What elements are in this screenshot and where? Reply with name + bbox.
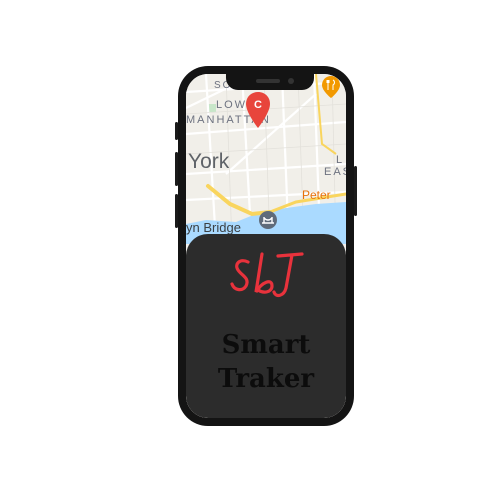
map-label-york: York [188,150,230,173]
side-button-right [354,166,357,216]
restaurant-pin-icon[interactable] [322,76,340,98]
location-pin-icon[interactable]: C [246,92,270,128]
side-button-left-1 [175,122,178,140]
brand-card: Smart Traker [186,234,346,418]
map-view[interactable]: SOHO LOWER MANHATTAN York L EAST Peter y… [186,74,346,245]
brand-title-line2: Traker [217,364,315,394]
map-label-l: L [336,154,343,166]
phone-screen: SOHO LOWER MANHATTAN York L EAST Peter y… [186,74,346,418]
bridge-icon[interactable] [258,210,278,230]
phone-notch [226,74,314,90]
side-button-left-2 [175,152,178,186]
pin-letter: C [254,99,262,111]
map-label-east: EAST [324,166,346,178]
side-button-left-3 [175,194,178,228]
brand-title-line1: Smart [221,330,311,360]
map-label-bridge: yn Bridge [186,220,241,235]
map-label-peter: Peter [302,188,331,202]
phone-mockup: SOHO LOWER MANHATTAN York L EAST Peter y… [175,66,357,426]
front-camera [288,78,294,84]
sbj-logo [230,252,304,298]
speaker-grille [256,79,280,83]
